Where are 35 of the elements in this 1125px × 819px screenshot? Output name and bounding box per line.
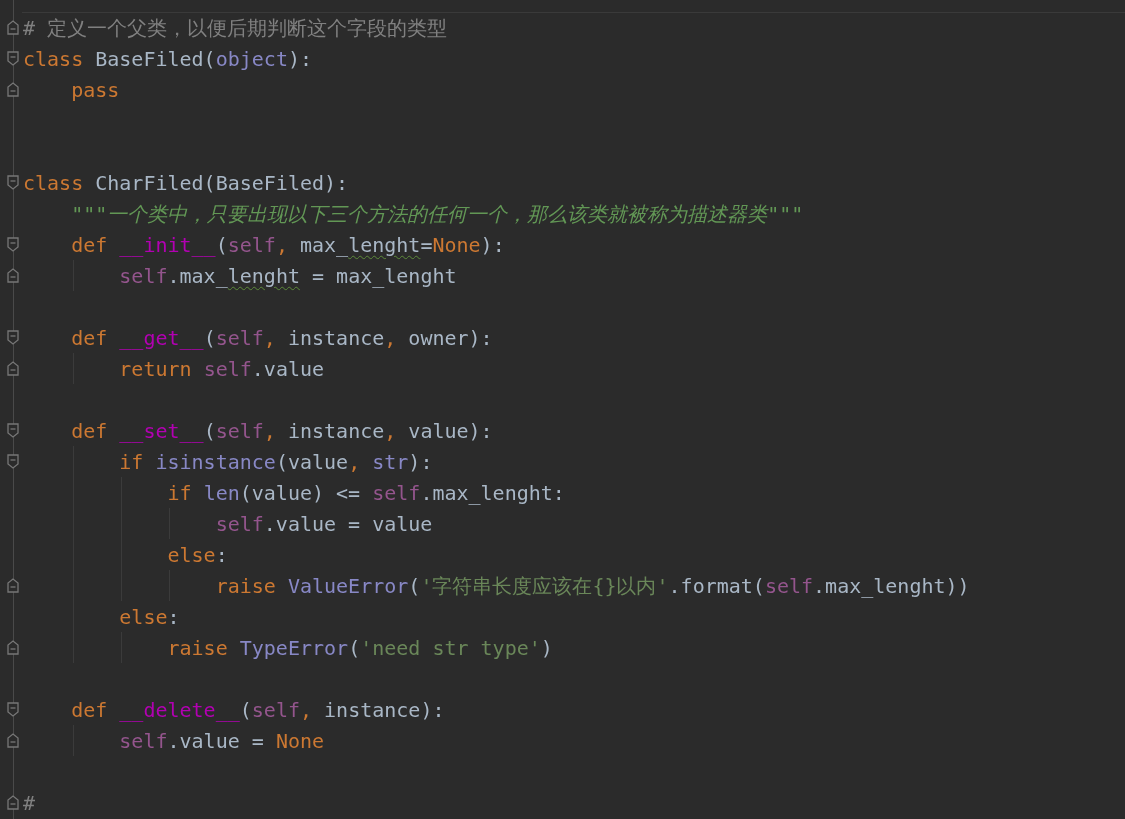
code-line: self.value = value <box>214 511 433 536</box>
fold-icon[interactable] <box>7 51 19 66</box>
code-line: # 定义一个父类，以便后期判断这个字段的类型 <box>23 15 448 40</box>
fold-icon[interactable] <box>7 237 19 252</box>
fold-icon[interactable] <box>7 82 19 97</box>
code-line: def __init__(self, max_lenght=None): <box>70 232 505 257</box>
code-line: class CharFiled(BaseFiled): <box>23 170 349 195</box>
code-line: def __delete__(self, instance): <box>70 697 445 722</box>
code-line: pass <box>70 77 120 102</box>
code-line: else: <box>166 542 228 567</box>
fold-icon[interactable] <box>7 640 19 655</box>
code-line: else: <box>118 604 180 629</box>
code-line: if len(value) <= self.max_lenght: <box>166 480 565 505</box>
fold-icon[interactable] <box>7 795 19 810</box>
code-line: raise TypeError('need str type') <box>166 635 553 660</box>
code-line: raise ValueError('字符串长度应该在{}以内'.format(self.max_lenght)) <box>214 573 970 598</box>
code-line: # <box>23 790 36 815</box>
fold-icon[interactable] <box>7 733 19 748</box>
fold-icon[interactable] <box>7 330 19 345</box>
fold-icon[interactable] <box>7 268 19 283</box>
code-line: self.max_lenght = max_lenght <box>118 263 457 288</box>
fold-icon[interactable] <box>7 423 19 438</box>
code-line: """一个类中，只要出现以下三个方法的任何一个，那么该类就被称为描述器类""" <box>70 201 804 226</box>
fold-icon[interactable] <box>7 454 19 469</box>
code-line: if isinstance(value, str): <box>118 449 433 474</box>
code-line: self.value = None <box>118 728 325 753</box>
code-line: return self.value <box>118 356 325 381</box>
code-line: def __set__(self, instance, value): <box>70 418 493 443</box>
code-line: def __get__(self, instance, owner): <box>70 325 493 350</box>
fold-icon[interactable] <box>7 702 19 717</box>
fold-icon[interactable] <box>7 175 19 190</box>
fold-icon[interactable] <box>7 578 19 593</box>
fold-icon[interactable] <box>7 361 19 376</box>
fold-icon[interactable] <box>7 20 19 35</box>
code-line: class BaseFiled(object): <box>23 46 312 71</box>
